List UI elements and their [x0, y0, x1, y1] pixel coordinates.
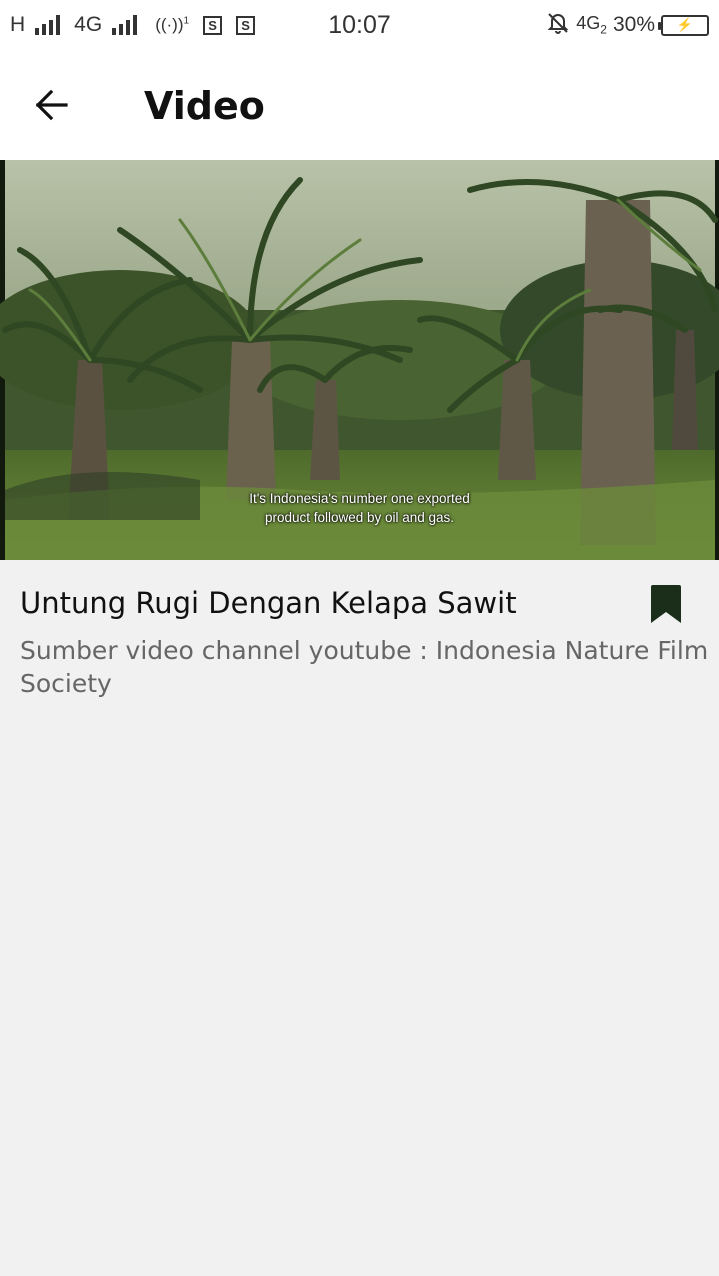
- arrow-left-icon: [35, 89, 68, 121]
- network-2-sub: 2: [600, 22, 607, 37]
- app-bar: Video: [0, 50, 719, 160]
- video-description: Sumber video channel youtube : Indonesia…: [20, 636, 709, 698]
- network-2-label: 4G2: [576, 13, 607, 37]
- video-title: Untung Rugi Dengan Kelapa Sawit: [20, 586, 517, 620]
- video-subtitle: It's Indonesia's number one exported pro…: [0, 489, 719, 527]
- video-player[interactable]: It's Indonesia's number one exported pro…: [0, 160, 719, 560]
- status-bar-right: 4G2 30% ⚡: [546, 0, 709, 50]
- bookmark-button[interactable]: [648, 585, 684, 625]
- charging-icon: ⚡: [676, 17, 694, 32]
- battery-percent: 30%: [612, 13, 655, 36]
- status-bar: H 4G ((·))1 S S 10:07 4G2 30% ⚡: [0, 0, 719, 50]
- page-title: Video: [144, 84, 265, 128]
- bookmark-icon: [651, 585, 681, 623]
- network-2-text: 4G: [576, 13, 601, 34]
- back-button[interactable]: [24, 77, 80, 133]
- battery-icon: ⚡: [658, 14, 709, 36]
- subtitle-line-1: It's Indonesia's number one exported: [249, 491, 470, 506]
- mute-bell-icon: [546, 11, 570, 40]
- subtitle-line-2: product followed by oil and gas.: [264, 510, 455, 525]
